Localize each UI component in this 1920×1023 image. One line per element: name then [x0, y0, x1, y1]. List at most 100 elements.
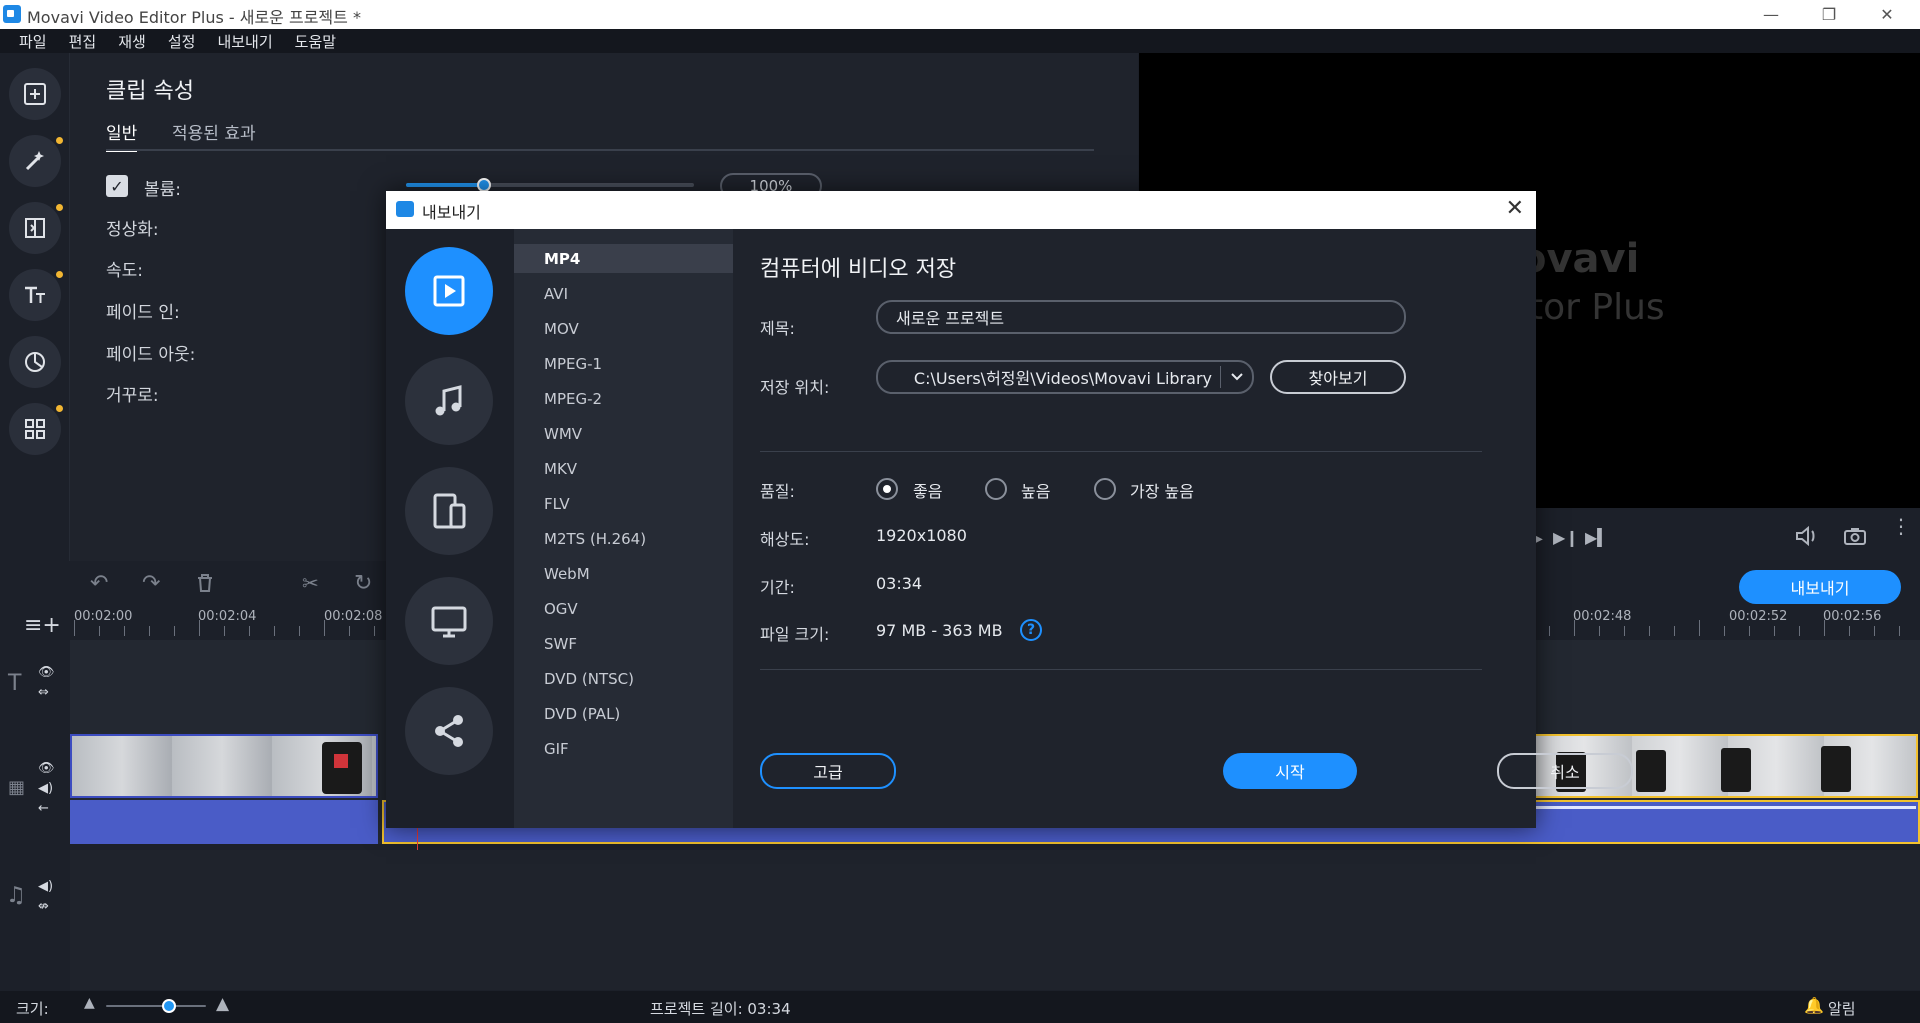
speed-label: 속도:: [106, 261, 144, 281]
menu-edit[interactable]: 편집: [58, 31, 108, 52]
video-mute-icon[interactable]: ◀): [38, 781, 53, 796]
format-item-mkv[interactable]: MKV: [514, 454, 733, 483]
video-link-icon[interactable]: ←: [38, 801, 49, 816]
volume-label: 볼륨:: [144, 180, 182, 200]
format-item-avi[interactable]: AVI: [514, 279, 733, 308]
format-item-mpeg1[interactable]: MPEG-1: [514, 349, 733, 378]
format-item-dvd-pal[interactable]: DVD (PAL): [514, 699, 733, 728]
format-item-ogv[interactable]: OGV: [514, 594, 733, 623]
link-icon[interactable]: ⇔: [38, 685, 49, 700]
ruler-tick: [249, 626, 250, 636]
audio-link-icon[interactable]: ⇎: [38, 899, 49, 914]
dialog-close-button[interactable]: ✕: [1506, 196, 1524, 221]
quality-highest-radio[interactable]: [1094, 478, 1116, 500]
redo-icon[interactable]: ↷: [142, 571, 160, 596]
category-video-button[interactable]: [405, 247, 493, 335]
music-track[interactable]: [70, 850, 1920, 990]
zoom-in-icon[interactable]: ▲: [216, 994, 229, 1014]
format-item-webm[interactable]: WebM: [514, 559, 733, 588]
browse-button[interactable]: 찾아보기: [1270, 360, 1406, 394]
start-button[interactable]: 시작: [1223, 753, 1357, 789]
zoom-out-icon[interactable]: ▲: [84, 995, 95, 1011]
more-options-icon[interactable]: ⋮: [1891, 516, 1911, 536]
export-button[interactable]: 내보내기: [1739, 570, 1901, 604]
volume-slider-fill: [406, 183, 484, 187]
format-item-mpeg2[interactable]: MPEG-2: [514, 384, 733, 413]
cancel-button[interactable]: 취소: [1497, 753, 1633, 789]
titles-button[interactable]: [9, 269, 63, 321]
ruler-tick: [299, 626, 300, 636]
add-media-icon: [24, 83, 46, 105]
quality-high-label[interactable]: 높음: [1021, 478, 1050, 502]
format-item-mov[interactable]: MOV: [514, 314, 733, 343]
tab-general[interactable]: 일반: [106, 119, 138, 152]
help-icon[interactable]: ?: [1020, 619, 1042, 641]
music-note-icon: [435, 385, 462, 416]
window-close-button[interactable]: ✕: [1858, 0, 1916, 29]
skip-end-icon[interactable]: ▶▍: [1585, 528, 1610, 547]
text-icon: [25, 286, 45, 303]
cut-icon[interactable]: ✂: [302, 571, 319, 595]
advanced-button[interactable]: 고급: [760, 753, 896, 789]
category-share-button[interactable]: [405, 687, 493, 775]
menu-export[interactable]: 내보내기: [206, 31, 283, 52]
transitions-button[interactable]: [9, 202, 63, 254]
menu-help[interactable]: 도움말: [284, 31, 347, 52]
export-dialog: 내보내기 ✕ MP4 AVI MOV MPEG-1 MPEG-2 WMV MKV…: [386, 191, 1633, 828]
undo-icon[interactable]: ↶: [90, 571, 108, 596]
ruler-tick: [274, 626, 275, 636]
maximize-button[interactable]: ❐: [1800, 0, 1858, 29]
title-input[interactable]: 새로운 프로젝트: [876, 300, 1406, 334]
category-devices-button[interactable]: [405, 467, 493, 555]
more-tools-button[interactable]: [9, 403, 63, 455]
video-clip-1[interactable]: [70, 734, 378, 798]
tab-applied-effects[interactable]: 적용된 효과: [172, 119, 256, 144]
format-item-gif[interactable]: GIF: [514, 734, 733, 763]
location-input[interactable]: C:\Users\허정원\Videos\Movavi Library: [876, 360, 1254, 394]
minimize-button[interactable]: —: [1742, 0, 1800, 29]
add-track-icon[interactable]: ≡+: [24, 613, 61, 638]
tick-label: 00:02:52: [1729, 609, 1788, 624]
quality-highest-label[interactable]: 가장 높음: [1130, 478, 1194, 502]
zoom-slider-handle[interactable]: [162, 999, 176, 1013]
delete-icon[interactable]: [196, 573, 214, 597]
format-item-swf[interactable]: SWF: [514, 629, 733, 658]
menu-playback[interactable]: 재생: [107, 31, 157, 52]
import-button[interactable]: [9, 68, 61, 120]
volume-icon[interactable]: [1794, 525, 1820, 551]
camera-icon[interactable]: [1843, 526, 1867, 550]
ruler-tick: [1899, 626, 1900, 636]
volume-slider-handle[interactable]: [476, 178, 491, 192]
ruler-tick: [1774, 626, 1775, 636]
category-tv-button[interactable]: [405, 577, 493, 665]
chevron-down-icon[interactable]: [1226, 366, 1248, 388]
stickers-button[interactable]: [9, 336, 61, 388]
visibility-eye-icon[interactable]: 👁: [38, 665, 55, 680]
quality-good-label[interactable]: 좋음: [913, 478, 942, 502]
format-item-m2ts[interactable]: M2TS (H.264): [514, 524, 733, 553]
magic-wand-icon: [25, 151, 44, 171]
video-visibility-eye-icon[interactable]: 👁: [38, 761, 55, 776]
category-audio-button[interactable]: [405, 357, 493, 445]
menu-settings[interactable]: 설정: [157, 31, 207, 52]
ruler-tick: [1699, 620, 1700, 636]
notifications-label[interactable]: 알림: [1828, 998, 1856, 1019]
volume-checkbox[interactable]: ✓: [106, 175, 128, 197]
format-item-dvd-ntsc[interactable]: DVD (NTSC): [514, 664, 733, 693]
menu-file[interactable]: 파일: [8, 31, 58, 52]
bell-icon[interactable]: 🔔: [1804, 996, 1824, 1015]
sticker-icon: [25, 352, 45, 372]
format-item-flv[interactable]: FLV: [514, 489, 733, 518]
ruler-tick: [199, 620, 200, 636]
quality-good-radio[interactable]: [876, 478, 898, 500]
zoom-slider[interactable]: [106, 1005, 206, 1007]
quality-high-radio[interactable]: [985, 478, 1007, 500]
next-frame-icon[interactable]: ▶❙: [1553, 528, 1579, 547]
audio-waveform-1[interactable]: [70, 800, 378, 844]
filters-button[interactable]: [9, 135, 63, 187]
audio-mute-icon[interactable]: ◀): [38, 879, 53, 894]
format-item-mp4[interactable]: MP4: [514, 244, 733, 273]
format-item-wmv[interactable]: WMV: [514, 419, 733, 448]
devices-icon: [433, 493, 466, 529]
rotate-icon[interactable]: ↻: [354, 571, 372, 596]
